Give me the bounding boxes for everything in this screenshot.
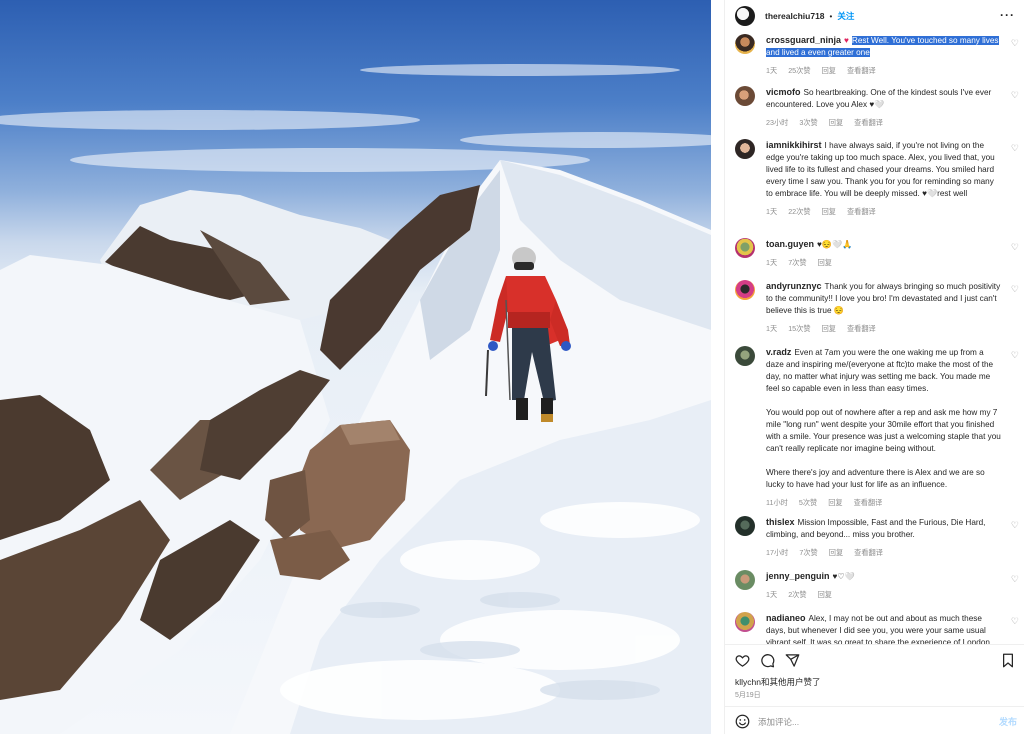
mountain-ridge-image — [0, 64, 711, 734]
smile-icon[interactable] — [735, 714, 750, 729]
comments-list[interactable]: crossguard_ninja ♥ Rest Well. You've touch… — [725, 32, 1024, 644]
translate-button[interactable]: 查看翻译 — [847, 66, 876, 75]
comment-meta: 1天 25次赞 回复 查看翻译 — [766, 65, 1002, 77]
reply-button[interactable]: 回复 — [829, 118, 843, 127]
comment-time: 1天 — [766, 66, 778, 75]
comment-time: 11小时 — [766, 498, 788, 507]
comment-username[interactable]: toan.guyen — [766, 239, 814, 249]
translate-button[interactable]: 查看翻译 — [847, 207, 876, 216]
avatar[interactable] — [735, 139, 755, 159]
reply-button[interactable]: 回复 — [829, 548, 843, 557]
avatar[interactable] — [735, 570, 755, 590]
comment-username[interactable]: andyrunznyc — [766, 281, 822, 291]
comment-like-heart-icon[interactable]: ♡ — [1011, 38, 1019, 49]
post-date: 5月19日 — [735, 692, 761, 699]
comment-text: Even at 7am you were the one waking me u… — [766, 348, 1001, 489]
avatar[interactable] — [735, 238, 755, 258]
reply-button[interactable]: 回复 — [818, 590, 832, 599]
comment-time: 1天 — [766, 324, 778, 333]
post-header: therealchiu718 • 关注 ··· — [725, 0, 1024, 32]
author-avatar[interactable] — [735, 6, 755, 26]
comment-username[interactable]: thislex — [766, 517, 795, 527]
heart-icon[interactable] — [735, 653, 750, 673]
translate-button[interactable]: 查看翻译 — [854, 548, 883, 557]
comment-text: Mission Impossible, Fast and the Furious… — [766, 518, 986, 539]
comment-time: 17小时 — [766, 548, 789, 557]
likes-summary[interactable]: kllychn和其他用户赞了 — [735, 676, 820, 688]
comments-panel: therealchiu718 • 关注 ··· crossguard_ninja… — [724, 0, 1024, 734]
heart-emoji: ♥ — [844, 36, 849, 45]
comment-input[interactable] — [758, 715, 978, 729]
comment-time: 1天 — [766, 258, 778, 267]
comment-text: ♥😔🤍🙏 — [817, 240, 853, 249]
comment-like-heart-icon[interactable]: ♡ — [1011, 143, 1019, 154]
comment-like-heart-icon[interactable]: ♡ — [1011, 90, 1019, 101]
share-icon[interactable] — [785, 653, 800, 673]
comment-username[interactable]: jenny_penguin — [766, 571, 830, 581]
comment-meta: 11小时 5次赞 回复 查看翻译 — [766, 497, 1002, 509]
reply-button[interactable]: 回复 — [822, 66, 836, 75]
avatar[interactable] — [735, 280, 755, 300]
comment-like-heart-icon[interactable]: ♡ — [1011, 350, 1019, 361]
comment-meta: 23小时 3次赞 回复 查看翻译 — [766, 117, 1002, 129]
comment-text: ♥♡🤍 — [832, 572, 855, 581]
translate-button[interactable]: 查看翻译 — [854, 118, 883, 127]
comment-likes[interactable]: 25次赞 — [788, 66, 810, 75]
comment-likes[interactable]: 5次赞 — [799, 498, 817, 507]
avatar[interactable] — [735, 34, 755, 54]
comment-time: 23小时 — [766, 118, 789, 127]
follow-button[interactable]: 关注 — [837, 10, 854, 22]
comment-meta: 17小时 7次赞 回复 查看翻译 — [766, 547, 1002, 559]
reply-button[interactable]: 回复 — [822, 207, 836, 216]
comment-like-heart-icon[interactable]: ♡ — [1011, 616, 1019, 627]
reply-button[interactable]: 回复 — [822, 324, 836, 333]
comment-like-heart-icon[interactable]: ♡ — [1011, 520, 1019, 531]
comment-username[interactable]: nadianeo — [766, 613, 806, 623]
avatar[interactable] — [735, 516, 755, 536]
comment-icon[interactable] — [760, 653, 775, 673]
comment-likes[interactable]: 3次赞 — [799, 118, 817, 127]
comment-likes[interactable]: 7次赞 — [788, 258, 806, 267]
avatar[interactable] — [735, 612, 755, 632]
avatar[interactable] — [735, 86, 755, 106]
post-comment-button[interactable]: 发布 — [999, 715, 1017, 728]
comment-like-heart-icon[interactable]: ♡ — [1011, 574, 1019, 585]
comment-like-heart-icon[interactable]: ♡ — [1011, 242, 1019, 253]
bookmark-icon[interactable] — [1001, 653, 1015, 673]
author-username[interactable]: therealchiu718 — [765, 11, 825, 21]
comment-likes[interactable]: 22次赞 — [788, 207, 810, 216]
comment-meta: 1天 7次赞 回复 — [766, 257, 1002, 269]
header-separator: • — [829, 11, 833, 21]
comment-meta: 1天 22次赞 回复 查看翻译 — [766, 206, 1002, 218]
reply-button[interactable]: 回复 — [818, 258, 832, 267]
avatar[interactable] — [735, 346, 755, 366]
translate-button[interactable]: 查看翻译 — [854, 498, 883, 507]
more-options-icon[interactable]: ··· — [1000, 8, 1015, 22]
post-actions: kllychn和其他用户赞了 5月19日 — [725, 644, 1024, 706]
comment-username[interactable]: crossguard_ninja — [766, 35, 841, 45]
comment-username[interactable]: v.radz — [766, 347, 791, 357]
comment-likes[interactable]: 7次赞 — [799, 548, 817, 557]
comment-time: 1天 — [766, 590, 778, 599]
comment-likes[interactable]: 2次赞 — [788, 590, 806, 599]
comment-username[interactable]: vicmofo — [766, 87, 801, 97]
comment-like-heart-icon[interactable]: ♡ — [1011, 284, 1019, 295]
post-photo[interactable] — [0, 0, 711, 734]
reply-button[interactable]: 回复 — [828, 498, 842, 507]
add-comment-bar: 发布 — [725, 706, 1024, 734]
translate-button[interactable]: 查看翻译 — [847, 324, 876, 333]
comment-meta: 1天 15次赞 回复 查看翻译 — [766, 323, 1002, 335]
comment-username[interactable]: iamnikkihirst — [766, 140, 822, 150]
comment-time: 1天 — [766, 207, 778, 216]
comment-meta: 1天 2次赞 回复 — [766, 589, 1002, 601]
comment-likes[interactable]: 15次赞 — [788, 324, 810, 333]
